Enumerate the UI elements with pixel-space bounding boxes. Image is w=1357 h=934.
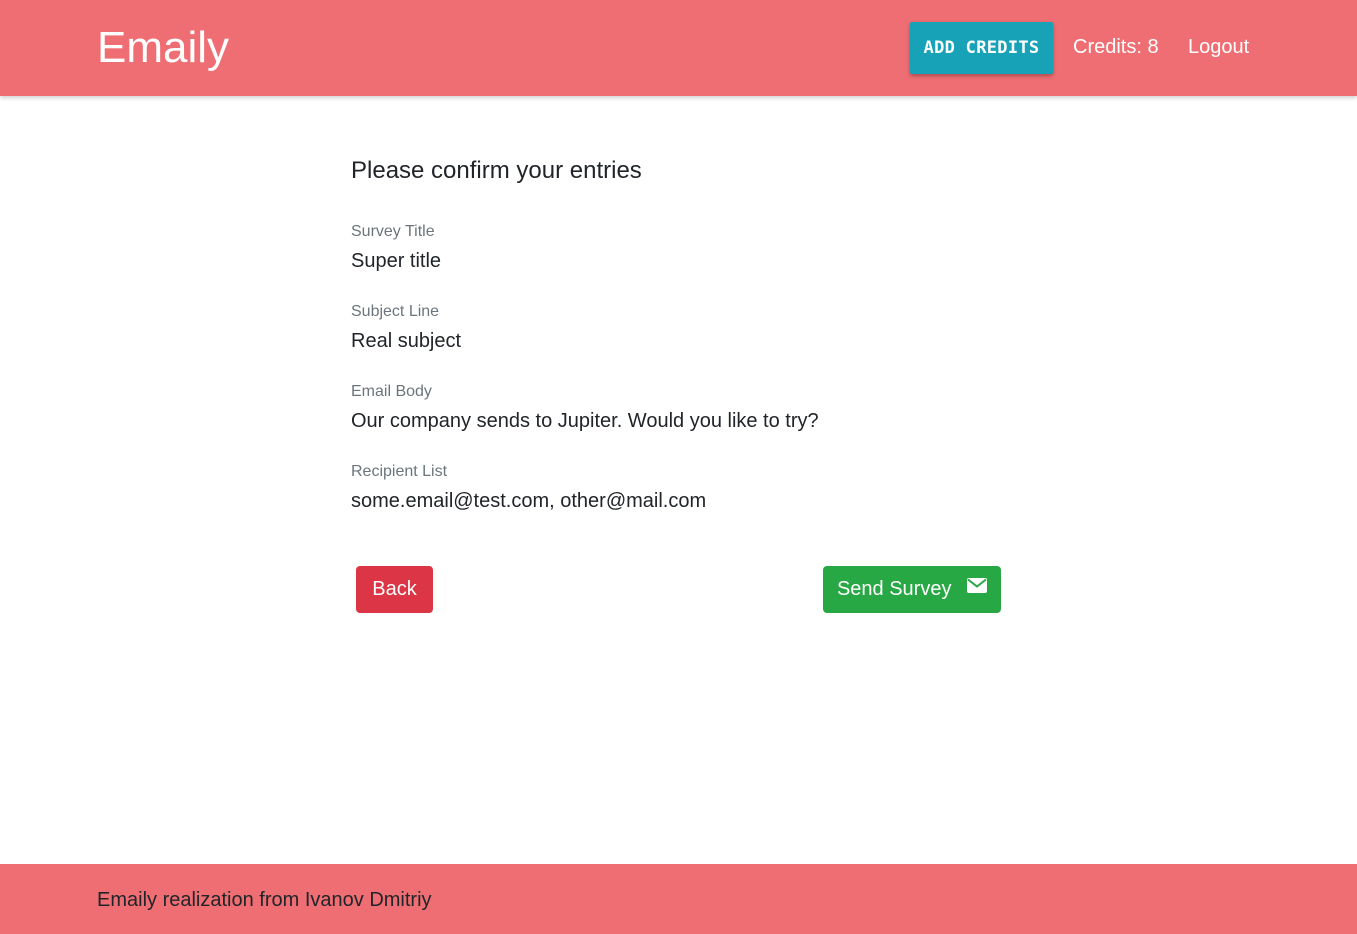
page-title: Please confirm your entries	[351, 157, 642, 184]
back-button[interactable]: Back	[356, 566, 433, 613]
footer-text: Emaily realization from Ivanov Dmitriy	[97, 889, 432, 911]
field-value: Super title	[351, 250, 442, 272]
field-label: Recipient List	[351, 463, 448, 480]
brand-logo-link[interactable]: Emaily	[97, 22, 229, 74]
field-label: Survey Title	[351, 223, 435, 240]
send-survey-label: Send Survey	[836, 578, 952, 600]
envelope-icon	[967, 564, 988, 611]
field-label: Email Body	[351, 383, 432, 400]
logout-link[interactable]: Logout	[1188, 35, 1249, 59]
send-survey-button[interactable]: Send Survey	[823, 566, 1001, 613]
field-value: some.email@test.com, other@mail.com	[351, 490, 707, 512]
credits-count: Credits: 8	[1073, 36, 1159, 58]
add-credits-button[interactable]: ADD CREDITS	[910, 22, 1053, 74]
footer: Emaily realization from Ivanov Dmitriy	[0, 864, 1357, 934]
navbar: Emaily ADD CREDITS Credits: 8 Logout	[0, 0, 1357, 96]
field-value: Real subject	[351, 330, 462, 352]
field-value: Our company sends to Jupiter. Would you …	[351, 410, 819, 432]
field-label: Subject Line	[351, 303, 440, 320]
